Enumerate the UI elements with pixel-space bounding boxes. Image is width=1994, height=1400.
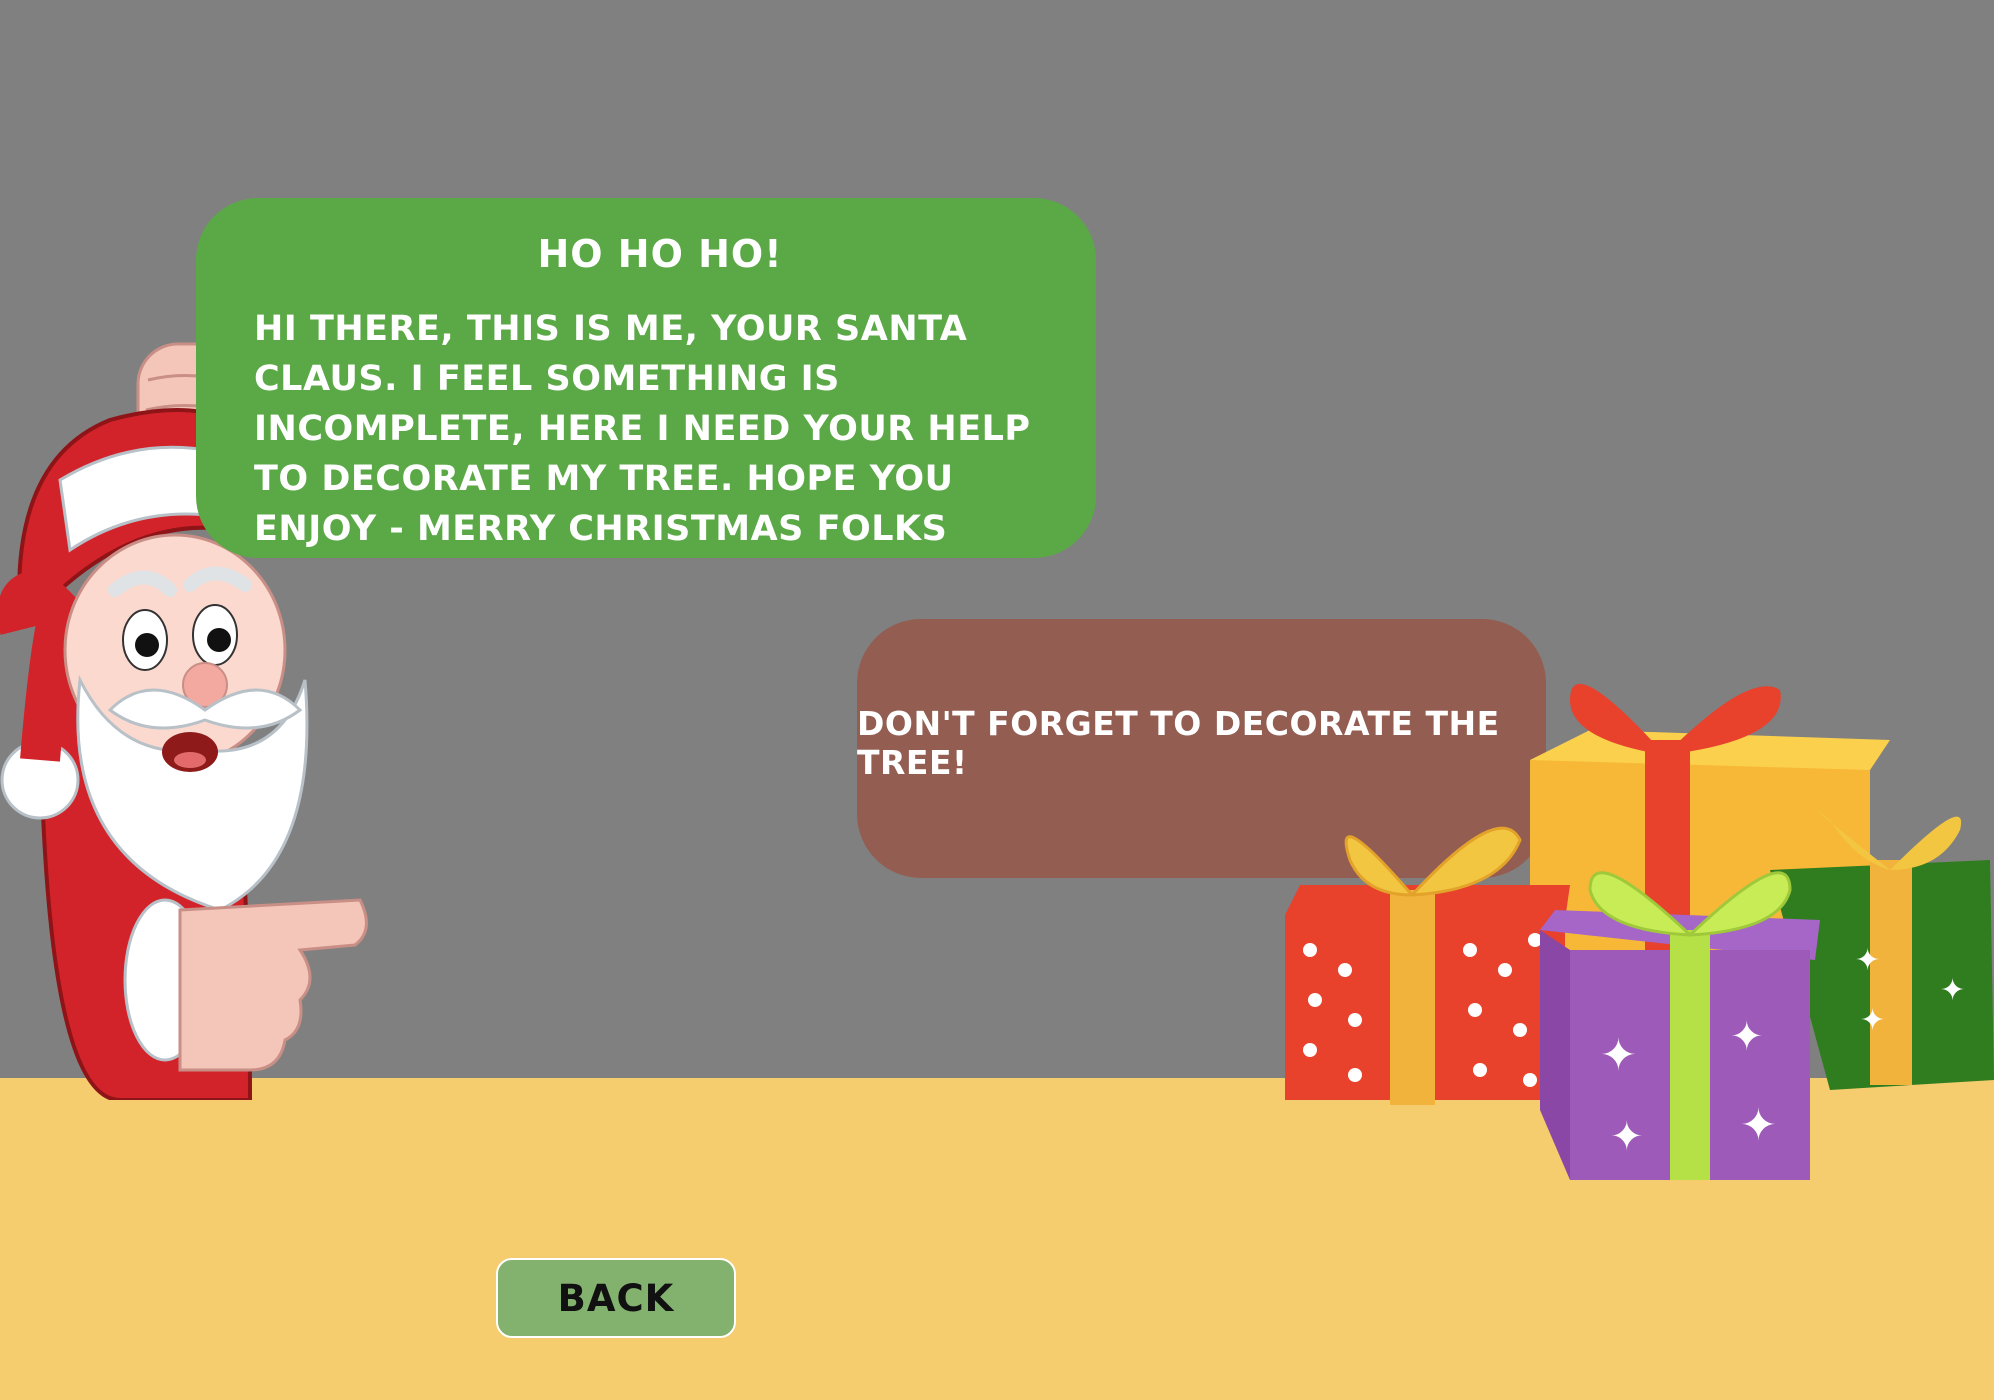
svg-text:✦: ✦: [1855, 943, 1880, 978]
purple-gift-icon: ✦ ✦ ✦ ✦: [1540, 871, 1820, 1180]
svg-text:✦: ✦: [1600, 1030, 1637, 1081]
svg-text:✦: ✦: [1740, 1100, 1777, 1151]
santa-speech-bubble: Ho ho ho! Hi there, this is me, your San…: [196, 198, 1096, 558]
svg-text:✦: ✦: [1860, 1003, 1885, 1038]
speech-body: Hi there, this is me, your Santa Claus. …: [254, 309, 1031, 549]
svg-text:✦: ✦: [1610, 1114, 1644, 1160]
svg-text:✦: ✦: [1730, 1014, 1764, 1060]
santa-pointing-hand: [123, 898, 368, 1072]
red-polka-gift-icon: [1285, 826, 1570, 1105]
back-button[interactable]: BACK: [496, 1258, 736, 1338]
svg-text:✦: ✦: [1940, 973, 1965, 1008]
game-scene: Ho ho ho! Hi there, this is me, your San…: [0, 0, 1994, 1400]
gift-boxes-illustration: ✦ ✦ ✦ ✦ ✦ ✦ ✦: [1285, 683, 1994, 1180]
speech-title: Ho ho ho!: [537, 232, 783, 276]
